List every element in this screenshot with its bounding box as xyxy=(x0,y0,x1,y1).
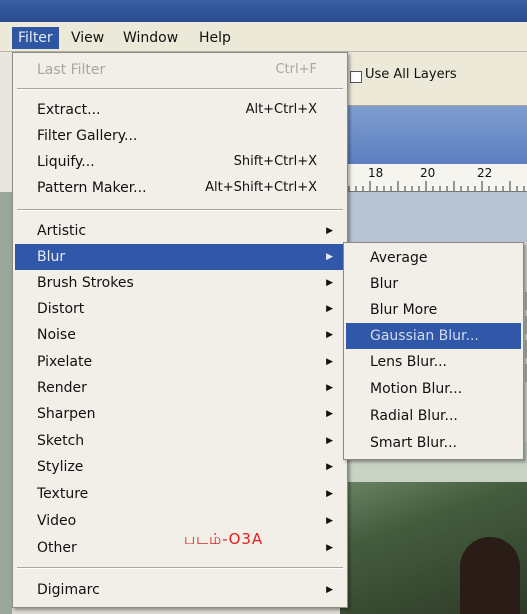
submenu-arrow-icon: ▶ xyxy=(326,278,333,288)
menu-item-sharpen[interactable]: Sharpen ▶ xyxy=(15,401,345,427)
horizontal-ruler: 18 20 22 xyxy=(340,164,527,192)
menu-item-label: Lens Blur... xyxy=(370,354,447,370)
menu-item-shortcut: Ctrl+F xyxy=(275,62,317,77)
filter-menu: Last Filter Ctrl+F Extract... Alt+Ctrl+X… xyxy=(12,52,348,608)
photoshop-window: Filter View Window Help Use All Layers 1… xyxy=(0,0,527,614)
submenu-arrow-icon: ▶ xyxy=(326,543,333,553)
menu-item-label: Radial Blur... xyxy=(370,408,458,424)
submenu-arrow-icon: ▶ xyxy=(326,226,333,236)
options-bar: Use All Layers xyxy=(340,52,527,106)
ruler-ticks xyxy=(341,181,525,191)
menu-item-label: Smart Blur... xyxy=(370,435,457,451)
use-all-layers-label: Use All Layers xyxy=(365,67,457,82)
menu-item-label: Sketch xyxy=(37,433,85,449)
menu-item-label: Liquify... xyxy=(37,154,95,170)
menu-view[interactable]: View xyxy=(65,27,110,49)
menu-item-label: Video xyxy=(37,513,77,529)
ruler-label: 20 xyxy=(420,166,436,180)
menu-item-shortcut: Shift+Ctrl+X xyxy=(233,154,317,169)
menu-item-distort[interactable]: Distort ▶ xyxy=(15,296,345,322)
menu-window[interactable]: Window xyxy=(117,27,184,49)
submenu-item-gaussian-blur[interactable]: Gaussian Blur... xyxy=(346,323,521,349)
canvas-band xyxy=(340,192,527,242)
menu-separator xyxy=(17,567,343,569)
menu-item-label: Filter Gallery... xyxy=(37,128,138,144)
canvas-photo xyxy=(340,442,527,614)
submenu-arrow-icon: ▶ xyxy=(326,409,333,419)
canvas-edge xyxy=(0,192,12,614)
menu-item-label: Other xyxy=(37,540,77,556)
menu-item-label: Digimarc xyxy=(37,582,100,598)
menu-item-label: Last Filter xyxy=(37,62,106,78)
menu-item-texture[interactable]: Texture ▶ xyxy=(15,481,345,507)
menu-item-filter-gallery[interactable]: Filter Gallery... xyxy=(15,123,345,149)
menu-item-pattern-maker[interactable]: Pattern Maker... Alt+Shift+Ctrl+X xyxy=(15,175,345,201)
menu-filter[interactable]: Filter xyxy=(12,27,59,49)
submenu-item-blur[interactable]: Blur xyxy=(346,271,521,297)
submenu-arrow-icon: ▶ xyxy=(326,489,333,499)
submenu-arrow-icon: ▶ xyxy=(326,516,333,526)
blur-submenu: Average Blur Blur More Gaussian Blur... … xyxy=(343,242,524,460)
submenu-arrow-icon: ▶ xyxy=(326,462,333,472)
use-all-layers-checkbox[interactable] xyxy=(350,71,362,83)
submenu-item-smart-blur[interactable]: Smart Blur... xyxy=(346,430,521,456)
menu-item-label: Blur xyxy=(37,249,66,265)
menu-item-sketch[interactable]: Sketch ▶ xyxy=(15,428,345,454)
menu-item-label: Motion Blur... xyxy=(370,381,463,397)
menu-item-label: Render xyxy=(37,380,87,396)
menu-item-label: Gaussian Blur... xyxy=(370,328,479,344)
ruler-label: 18 xyxy=(368,166,384,180)
menu-item-label: Blur More xyxy=(370,302,438,318)
menu-item-label: Average xyxy=(370,250,428,266)
submenu-arrow-icon: ▶ xyxy=(326,330,333,340)
menu-item-pixelate[interactable]: Pixelate ▶ xyxy=(15,349,345,375)
menu-item-render[interactable]: Render ▶ xyxy=(15,375,345,401)
submenu-arrow-icon: ▶ xyxy=(326,304,333,314)
menu-item-digimarc[interactable]: Digimarc ▶ xyxy=(15,577,345,603)
submenu-item-average[interactable]: Average xyxy=(346,245,521,271)
menu-item-label: Artistic xyxy=(37,223,87,239)
document-title-bar xyxy=(340,106,527,164)
submenu-item-motion-blur[interactable]: Motion Blur... xyxy=(346,376,521,402)
menu-item-label: Brush Strokes xyxy=(37,275,134,291)
menu-item-shortcut: Alt+Shift+Ctrl+X xyxy=(205,180,317,195)
menu-item-brush-strokes[interactable]: Brush Strokes ▶ xyxy=(15,270,345,296)
submenu-item-radial-blur[interactable]: Radial Blur... xyxy=(346,403,521,429)
menu-item-extract[interactable]: Extract... Alt+Ctrl+X xyxy=(15,97,345,123)
person-silhouette xyxy=(460,537,520,614)
menu-separator xyxy=(17,88,343,90)
menu-bar: Filter View Window Help xyxy=(0,22,527,52)
submenu-item-blur-more[interactable]: Blur More xyxy=(346,297,521,323)
menu-item-label: Pixelate xyxy=(37,354,93,370)
menu-item-shortcut: Alt+Ctrl+X xyxy=(245,102,317,117)
menu-help[interactable]: Help xyxy=(193,27,237,49)
menu-item-label: Extract... xyxy=(37,102,101,118)
figure-caption: படம்-O3A xyxy=(184,530,264,548)
menu-item-stylize[interactable]: Stylize ▶ xyxy=(15,454,345,480)
menu-item-blur[interactable]: Blur ▶ xyxy=(15,244,345,270)
submenu-arrow-icon: ▶ xyxy=(326,585,333,595)
ruler-label: 22 xyxy=(477,166,493,180)
menu-item-label: Pattern Maker... xyxy=(37,180,147,196)
menu-item-label: Blur xyxy=(370,276,399,292)
menu-item-other[interactable]: Other ▶ xyxy=(15,535,345,561)
menu-item-label: Sharpen xyxy=(37,406,96,422)
menu-item-label: Distort xyxy=(37,301,85,317)
menu-item-last-filter[interactable]: Last Filter Ctrl+F xyxy=(15,57,345,83)
menu-item-video[interactable]: Video ▶ xyxy=(15,508,345,534)
menu-separator xyxy=(17,209,343,211)
submenu-arrow-icon: ▶ xyxy=(326,436,333,446)
title-bar xyxy=(0,0,527,22)
menu-item-label: Noise xyxy=(37,327,76,343)
menu-item-liquify[interactable]: Liquify... Shift+Ctrl+X xyxy=(15,149,345,175)
submenu-arrow-icon: ▶ xyxy=(326,383,333,393)
menu-item-artistic[interactable]: Artistic ▶ xyxy=(15,218,345,244)
menu-item-label: Texture xyxy=(37,486,89,502)
submenu-item-lens-blur[interactable]: Lens Blur... xyxy=(346,349,521,375)
submenu-arrow-icon: ▶ xyxy=(326,357,333,367)
menu-item-label: Stylize xyxy=(37,459,84,475)
menu-item-noise[interactable]: Noise ▶ xyxy=(15,322,345,348)
submenu-arrow-icon: ▶ xyxy=(326,252,333,262)
